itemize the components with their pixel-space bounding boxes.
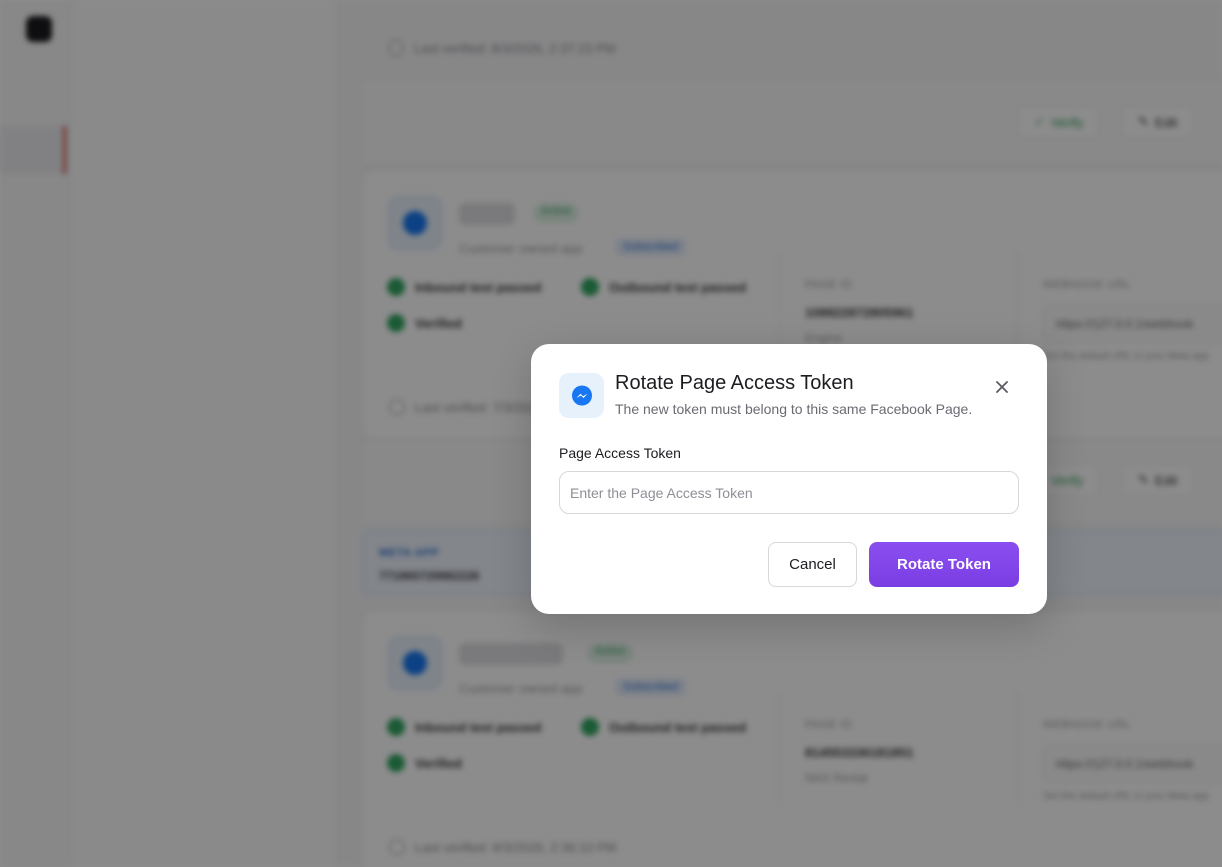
rotate-token-button[interactable]: Rotate Token [869, 542, 1019, 587]
close-icon[interactable] [989, 374, 1015, 400]
messenger-icon [559, 373, 604, 418]
cancel-button[interactable]: Cancel [768, 542, 857, 587]
messenger-glyph [571, 385, 592, 405]
page-access-token-input[interactable] [559, 471, 1019, 514]
token-field-label: Page Access Token [559, 445, 681, 461]
dialog-subtitle: The new token must belong to this same F… [615, 401, 973, 417]
rotate-token-dialog: Rotate Page Access Token The new token m… [531, 344, 1047, 614]
close-glyph [996, 381, 1008, 393]
dialog-title: Rotate Page Access Token [615, 372, 854, 394]
